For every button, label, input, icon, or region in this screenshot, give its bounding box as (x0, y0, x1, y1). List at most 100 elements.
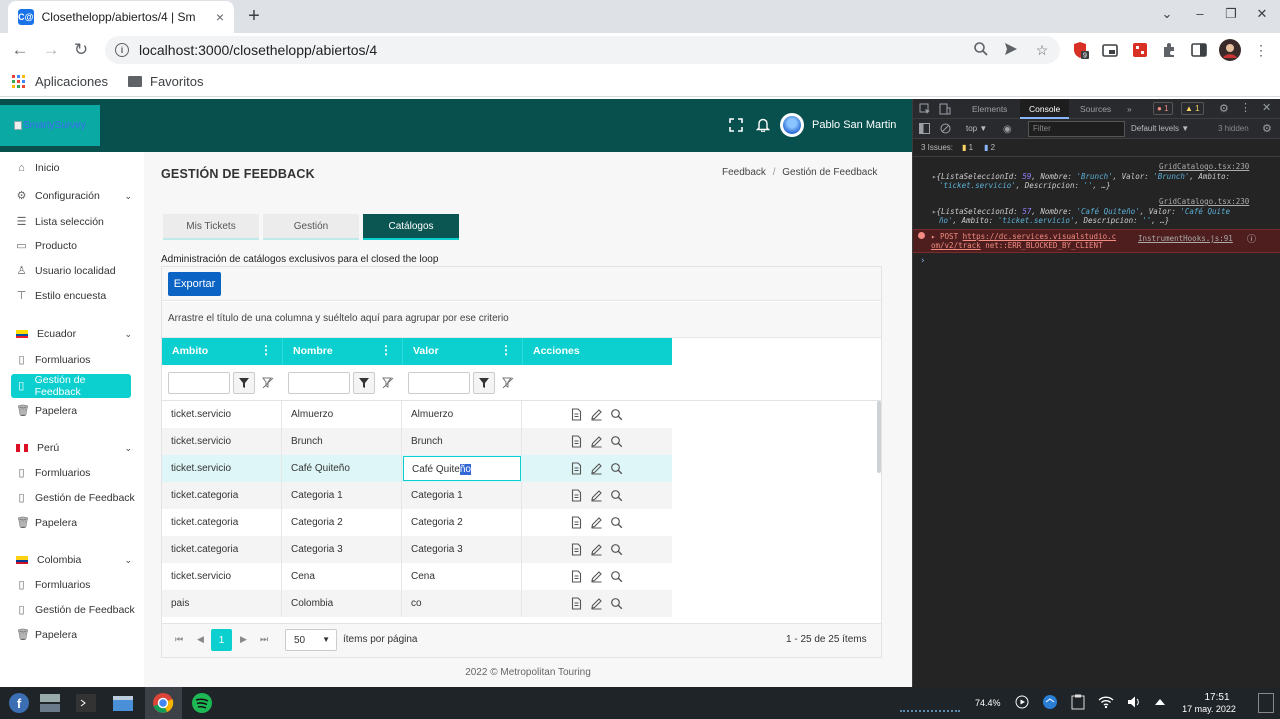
cell-valor[interactable]: Categoria 1 (402, 482, 522, 509)
detail-document-icon[interactable] (570, 489, 583, 502)
files-icon[interactable] (110, 690, 136, 716)
next-page-button[interactable]: ▶ (240, 634, 247, 645)
forward-icon[interactable]: → (41, 40, 61, 60)
search-magnifier-icon[interactable] (610, 435, 623, 448)
volume-icon[interactable] (1127, 695, 1141, 709)
table-row[interactable]: ticket.servicio Café Quiteño Café Quiteño (162, 455, 672, 482)
cell-valor[interactable]: co (402, 590, 522, 617)
tab-search-icon[interactable]: ⌄ (1157, 6, 1177, 22)
cell-nombre[interactable]: Categoria 1 (282, 482, 402, 509)
search-magnifier-icon[interactable] (610, 597, 623, 610)
bookmark-star-icon[interactable]: ☆ (1033, 41, 1051, 59)
restore-icon[interactable]: ❐ (1221, 6, 1241, 22)
last-page-button[interactable]: ⏭ (260, 634, 268, 645)
wifi-icon[interactable] (1098, 695, 1114, 709)
sidebar-country-peru[interactable]: Perú ⌄ (0, 436, 144, 460)
tray-expand-icon[interactable] (1154, 697, 1166, 707)
sidebar-item-inicio[interactable]: ⌂ Inicio (0, 156, 144, 180)
sidebar-country-ecuador[interactable]: Ecuador ⌄ (0, 322, 144, 346)
console-log-entry[interactable]: ▸{ListaSeleccionId: 59, Nombre: 'Brunch'… (932, 172, 1230, 181)
first-page-button[interactable]: ⏮ (175, 634, 183, 645)
shield-extension-icon[interactable]: 9 (1071, 41, 1089, 59)
search-magnifier-icon[interactable] (610, 408, 623, 421)
table-row[interactable]: ticket.categoria Categoria 1 Categoria 1 (162, 482, 672, 509)
cell-ambito[interactable]: pais (162, 590, 282, 617)
cell-valor-editor[interactable]: Café Quiteño (403, 456, 521, 481)
sidebar-item-colombia-gestion-feedback[interactable]: ▯ Gestión de Feedback (0, 598, 144, 622)
log-source-link[interactable]: GridCatalogo.tsx:230 (1159, 162, 1249, 171)
edit-pencil-icon[interactable] (590, 462, 603, 475)
cell-ambito[interactable]: ticket.categoria (162, 536, 282, 563)
notification-bell-icon[interactable] (756, 117, 770, 132)
cell-nombre[interactable]: Café Quiteño (282, 455, 402, 482)
devtools-tab-sources[interactable]: Sources (1071, 99, 1120, 119)
search-magnifier-icon[interactable] (610, 489, 623, 502)
detail-document-icon[interactable] (570, 408, 583, 421)
media-play-icon[interactable] (1015, 695, 1029, 709)
issues-info-badge[interactable]: ▮ 2 (984, 143, 995, 152)
sidebar-country-colombia[interactable]: Colombia ⌄ (0, 548, 144, 572)
terminal-icon[interactable] (73, 690, 99, 716)
console-filter-input[interactable]: Filter (1028, 121, 1125, 137)
console-prompt[interactable]: › (920, 256, 925, 266)
table-row[interactable]: ticket.servicio Brunch Brunch (162, 428, 672, 455)
tab-gestion[interactable]: Gestión (263, 214, 359, 240)
detail-document-icon[interactable] (570, 570, 583, 583)
filter-icon[interactable] (233, 372, 255, 394)
detail-document-icon[interactable] (570, 462, 583, 475)
tab-catalogos[interactable]: Catálogos (363, 214, 459, 240)
column-menu-icon[interactable]: ⋮ (260, 343, 272, 357)
cell-valor[interactable]: Categoria 3 (402, 536, 522, 563)
cell-nombre[interactable]: Almuerzo (282, 401, 402, 428)
detail-document-icon[interactable] (570, 516, 583, 529)
cell-nombre[interactable]: Brunch (282, 428, 402, 455)
column-menu-icon[interactable]: ⋮ (500, 343, 512, 357)
filter-icon[interactable] (353, 372, 375, 394)
sidebar-item-colombia-formularios[interactable]: ▯ Formluarios (0, 573, 144, 597)
edit-pencil-icon[interactable] (590, 597, 603, 610)
app-logo[interactable]: SmartySurvey (0, 105, 100, 146)
search-magnifier-icon[interactable] (610, 543, 623, 556)
picture-in-picture-icon[interactable] (1101, 41, 1119, 59)
column-header-valor[interactable]: Valor ⋮ (402, 338, 522, 365)
sidebar-item-peru-gestion-feedback[interactable]: ▯ Gestión de Feedback (0, 486, 144, 510)
devtools-tab-elements[interactable]: Elements (963, 99, 1016, 119)
extensions-puzzle-icon[interactable] (1160, 41, 1178, 59)
cell-valor[interactable]: Categoria 2 (402, 509, 522, 536)
error-source-link[interactable]: InstrumentHooks.js:91 (1138, 234, 1233, 243)
sidebar-item-producto[interactable]: ▭ Producto (0, 234, 144, 258)
close-window-icon[interactable]: ✕ (1252, 6, 1272, 22)
apps-grid-icon[interactable] (12, 75, 25, 88)
table-row[interactable]: ticket.categoria Categoria 3 Categoria 3 (162, 536, 672, 563)
new-tab-button[interactable]: + (243, 4, 265, 28)
sidebar-item-usuario-localidad[interactable]: ♙ Usuario localidad (0, 259, 144, 283)
cell-nombre[interactable]: Colombia (282, 590, 402, 617)
clock-time[interactable]: 17:51 (1187, 692, 1247, 703)
prev-page-button[interactable]: ◀ (197, 634, 204, 645)
cell-valor[interactable]: Almuerzo (402, 401, 522, 428)
cell-nombre[interactable]: Cena (282, 563, 402, 590)
filter-input-ambito[interactable] (168, 372, 230, 394)
close-tab-icon[interactable]: × (216, 9, 224, 25)
log-source-link[interactable]: GridCatalogo.tsx:230 (1159, 197, 1249, 206)
group-panel[interactable]: Arrastre el título de una columna y suél… (162, 302, 881, 338)
edit-pencil-icon[interactable] (590, 543, 603, 556)
site-info-icon[interactable]: i (115, 43, 129, 57)
updates-icon[interactable] (1042, 694, 1058, 710)
log-levels-select[interactable]: Default levels ▼ (1131, 124, 1189, 133)
inspect-icon[interactable] (919, 103, 931, 115)
fullscreen-icon[interactable] (729, 118, 743, 132)
export-button[interactable]: Exportar (168, 272, 221, 296)
warning-counter[interactable]: ▲ 1 (1181, 102, 1204, 115)
error-details-icon[interactable]: ⓘ (1247, 232, 1256, 245)
back-icon[interactable]: ← (10, 40, 30, 60)
profile-avatar-icon[interactable] (1219, 39, 1241, 61)
issues-warning-badge[interactable]: ▮ 1 (962, 143, 973, 152)
devtools-menu-icon[interactable]: ⋮ (1240, 101, 1251, 114)
context-select[interactable]: top ▼ (966, 124, 987, 133)
sidebar-item-estilo-encuesta[interactable]: ⊤ Estilo encuesta (0, 284, 144, 308)
chrome-icon[interactable] (150, 690, 176, 716)
cell-ambito[interactable]: ticket.categoria (162, 509, 282, 536)
detail-document-icon[interactable] (570, 597, 583, 610)
search-magnifier-icon[interactable] (610, 516, 623, 529)
